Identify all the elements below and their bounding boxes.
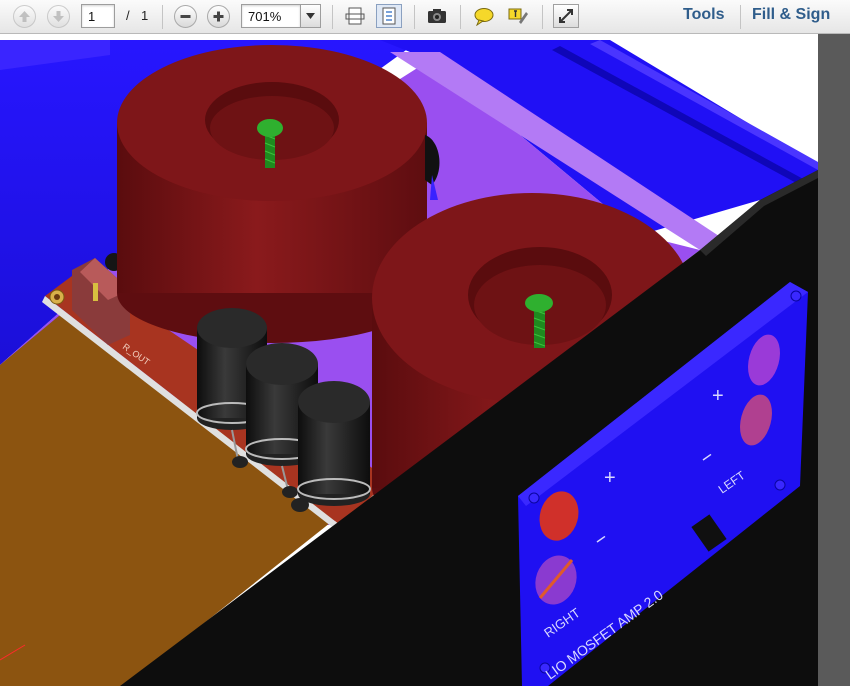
toolbar-divider (740, 5, 741, 29)
plus-label-right: + (604, 467, 616, 489)
toolbar-divider (414, 5, 415, 29)
pdf-toolbar: 1 / 1 701% Tools Fill & Sign (0, 0, 850, 34)
page-number-input[interactable]: 1 (81, 4, 115, 28)
page-total: 1 (141, 8, 149, 23)
caret-down-icon (306, 13, 315, 19)
toolbar-divider (332, 5, 333, 29)
toolbar-divider (162, 5, 163, 29)
zoom-level-input[interactable]: 701% (241, 4, 301, 28)
document-viewport[interactable]: R_OUT + − RIGHT + − LEFT LIO MOSFET AMP … (0, 34, 818, 686)
fill-and-sign-menu[interactable]: Fill & Sign (752, 6, 830, 24)
zoom-in-button[interactable] (207, 5, 230, 28)
camera-icon (428, 9, 446, 23)
previous-page-button[interactable] (13, 5, 36, 28)
capacitor-3 (291, 381, 371, 512)
toolbar-divider (542, 5, 543, 29)
highlight-text-button[interactable] (505, 4, 531, 28)
next-page-button[interactable] (47, 5, 70, 28)
expand-page-icon (382, 7, 396, 25)
page-separator: / (126, 8, 130, 23)
arrow-up-icon (19, 11, 30, 22)
toolbar-divider (460, 5, 461, 29)
page-fit-icon (345, 7, 365, 25)
amplifier-3d-render: R_OUT + − RIGHT + − LEFT LIO MOSFET AMP … (0, 40, 818, 686)
fit-width-button[interactable] (342, 4, 368, 28)
fullscreen-arrows-icon (559, 9, 573, 23)
zoom-dropdown-button[interactable] (300, 4, 321, 28)
full-screen-button[interactable] (553, 4, 579, 28)
full-page-button[interactable] (376, 4, 402, 28)
minus-icon (180, 15, 191, 18)
arrow-down-icon (53, 11, 64, 22)
plus-icon (213, 11, 224, 22)
highlighter-icon (508, 8, 528, 24)
plus-label-left: + (712, 385, 724, 407)
snapshot-button[interactable] (424, 4, 450, 28)
speech-bubble-icon (474, 8, 494, 26)
zoom-out-button[interactable] (174, 5, 197, 28)
vertical-scrollbar[interactable] (818, 34, 850, 686)
add-comment-button[interactable] (471, 4, 497, 28)
tools-menu[interactable]: Tools (683, 6, 724, 24)
